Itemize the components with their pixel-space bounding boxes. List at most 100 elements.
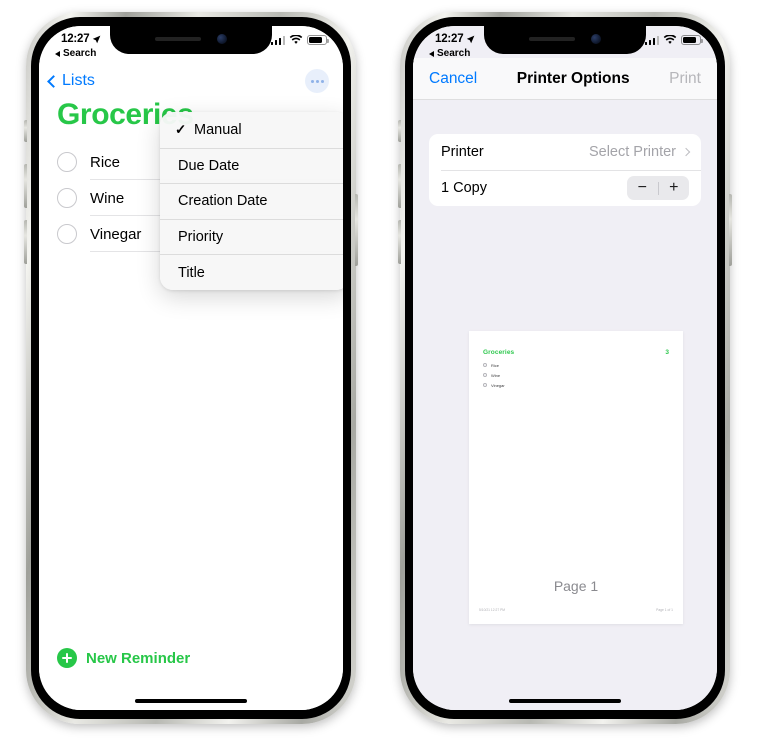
preview-footer-right: Page 1 of 1 — [656, 608, 673, 612]
wifi-icon — [289, 35, 303, 44]
volume-down-button[interactable] — [398, 220, 401, 264]
back-app-label: Search — [437, 48, 471, 59]
menu-item-label: Manual — [194, 121, 242, 138]
volume-down-button[interactable] — [24, 220, 27, 264]
menu-item-label: Creation Date — [178, 193, 268, 210]
preview-doc-count: 3 — [665, 349, 669, 356]
back-to-lists-button[interactable]: Lists — [47, 72, 95, 90]
back-to-lists-label: Lists — [62, 72, 95, 89]
iphone-right: 12:27 Search Cancel Printer Options Prin… — [398, 12, 732, 724]
nav-bar-left: Lists — [39, 64, 343, 98]
preview-item-label: Rice — [491, 362, 500, 368]
speaker-grille-icon — [155, 36, 201, 41]
complete-circle-icon — [483, 363, 487, 367]
printer-select-row[interactable]: Printer Select Printer — [429, 134, 701, 170]
cellular-bars-icon — [644, 35, 659, 45]
battery-icon — [307, 35, 329, 45]
complete-circle-icon — [483, 373, 487, 377]
reminders-app: 12:27 Search Lists Groceries Rice Wine V… — [39, 26, 343, 710]
status-right-group — [644, 35, 703, 45]
menu-item-label: Priority — [178, 229, 224, 246]
new-reminder-button[interactable]: New Reminder — [57, 648, 190, 668]
printer-value-label: Select Printer — [588, 144, 676, 160]
print-button[interactable]: Print — [669, 70, 701, 88]
status-left-group: 12:27 — [435, 33, 475, 45]
back-to-search-chip[interactable]: Search — [429, 48, 470, 59]
printer-value[interactable]: Select Printer — [588, 144, 691, 160]
status-time: 12:27 — [435, 33, 464, 45]
menu-item-priority[interactable]: Priority — [160, 218, 343, 255]
menu-item-creation-date[interactable]: Creation Date — [160, 183, 343, 219]
screen-right: 12:27 Search Cancel Printer Options Prin… — [413, 26, 717, 710]
power-button[interactable] — [729, 194, 732, 266]
printer-options-sheet: 12:27 Search Cancel Printer Options Prin… — [413, 26, 717, 710]
print-preview-page[interactable]: Groceries 3 Rice Wine Vinegar 5/10/21 12… — [469, 331, 683, 624]
complete-circle-icon[interactable] — [57, 188, 77, 208]
plus-circle-icon — [57, 648, 77, 668]
preview-list-item: Wine — [483, 370, 669, 380]
chevron-right-icon — [681, 147, 691, 157]
location-arrow-icon — [93, 35, 101, 43]
back-app-label: Search — [63, 48, 97, 59]
checkmark-icon: ✓ — [175, 121, 187, 137]
sort-by-dropdown-menu: ✓ Manual Due Date Creation Date Priority — [160, 112, 343, 290]
notch-right — [484, 26, 646, 54]
preview-list-item: Rice — [483, 360, 669, 370]
chevron-left-icon — [47, 74, 60, 88]
preview-footer-left: 5/10/21 12:27 PM — [479, 608, 506, 612]
battery-icon — [681, 35, 703, 45]
reminder-label: Vinegar — [90, 225, 142, 243]
quantity-stepper[interactable]: − + — [627, 176, 689, 200]
silent-switch[interactable] — [398, 120, 401, 142]
front-camera-icon — [591, 33, 601, 44]
phone-bezel-left: 12:27 Search Lists Groceries Rice Wine V… — [31, 17, 351, 719]
iphone-left: 12:27 Search Lists Groceries Rice Wine V… — [24, 12, 358, 724]
complete-circle-icon[interactable] — [57, 152, 77, 172]
back-triangle-icon — [429, 50, 434, 57]
wifi-icon — [663, 35, 677, 44]
menu-item-label: Title — [178, 264, 205, 281]
phone-bezel-right: 12:27 Search Cancel Printer Options Prin… — [405, 17, 725, 719]
status-time: 12:27 — [61, 33, 90, 45]
home-indicator[interactable] — [509, 699, 621, 703]
sheet-title: Printer Options — [516, 69, 630, 87]
sheet-header: Cancel Printer Options Print — [413, 58, 717, 100]
complete-circle-icon — [483, 383, 487, 387]
front-camera-icon — [217, 33, 227, 44]
reminder-label: Wine — [90, 189, 125, 207]
home-indicator[interactable] — [135, 699, 247, 703]
ellipsis-dot — [315, 79, 319, 83]
cancel-button[interactable]: Cancel — [429, 70, 477, 88]
volume-up-button[interactable] — [24, 164, 27, 208]
ellipsis-circle-icon[interactable] — [305, 69, 329, 93]
menu-item-manual[interactable]: ✓ Manual — [160, 112, 343, 148]
printer-options-card: Printer Select Printer 1 Copy − + — [429, 134, 701, 206]
status-left-group: 12:27 — [61, 33, 101, 45]
preview-item-label: Wine — [491, 372, 501, 378]
page-number-label: Page 1 — [553, 578, 599, 594]
location-arrow-icon — [467, 35, 475, 43]
reminder-label: Rice — [90, 153, 121, 171]
silent-switch[interactable] — [24, 120, 27, 142]
preview-item-label: Vinegar — [491, 382, 505, 388]
decrement-button[interactable]: − — [627, 180, 658, 196]
power-button[interactable] — [355, 194, 358, 266]
new-reminder-label: New Reminder — [86, 649, 191, 667]
volume-up-button[interactable] — [398, 164, 401, 208]
notch-left — [110, 26, 272, 54]
menu-item-title[interactable]: Title — [160, 254, 343, 290]
menu-item-label: Due Date — [178, 157, 240, 174]
back-triangle-icon — [55, 50, 60, 57]
speaker-grille-icon — [529, 36, 575, 41]
increment-button[interactable]: + — [659, 180, 690, 196]
screenshot-stage: 12:27 Search Lists Groceries Rice Wine V… — [0, 0, 763, 739]
back-to-search-chip[interactable]: Search — [55, 48, 96, 59]
complete-circle-icon[interactable] — [57, 224, 77, 244]
copies-label: 1 Copy — [441, 180, 487, 196]
ellipsis-dot — [310, 79, 314, 83]
ellipsis-dot — [320, 79, 324, 83]
screen-left: 12:27 Search Lists Groceries Rice Wine V… — [39, 26, 343, 710]
preview-items: Rice Wine Vinegar — [469, 356, 683, 390]
menu-item-due-date[interactable]: Due Date — [160, 147, 343, 184]
printer-label: Printer — [441, 144, 484, 160]
